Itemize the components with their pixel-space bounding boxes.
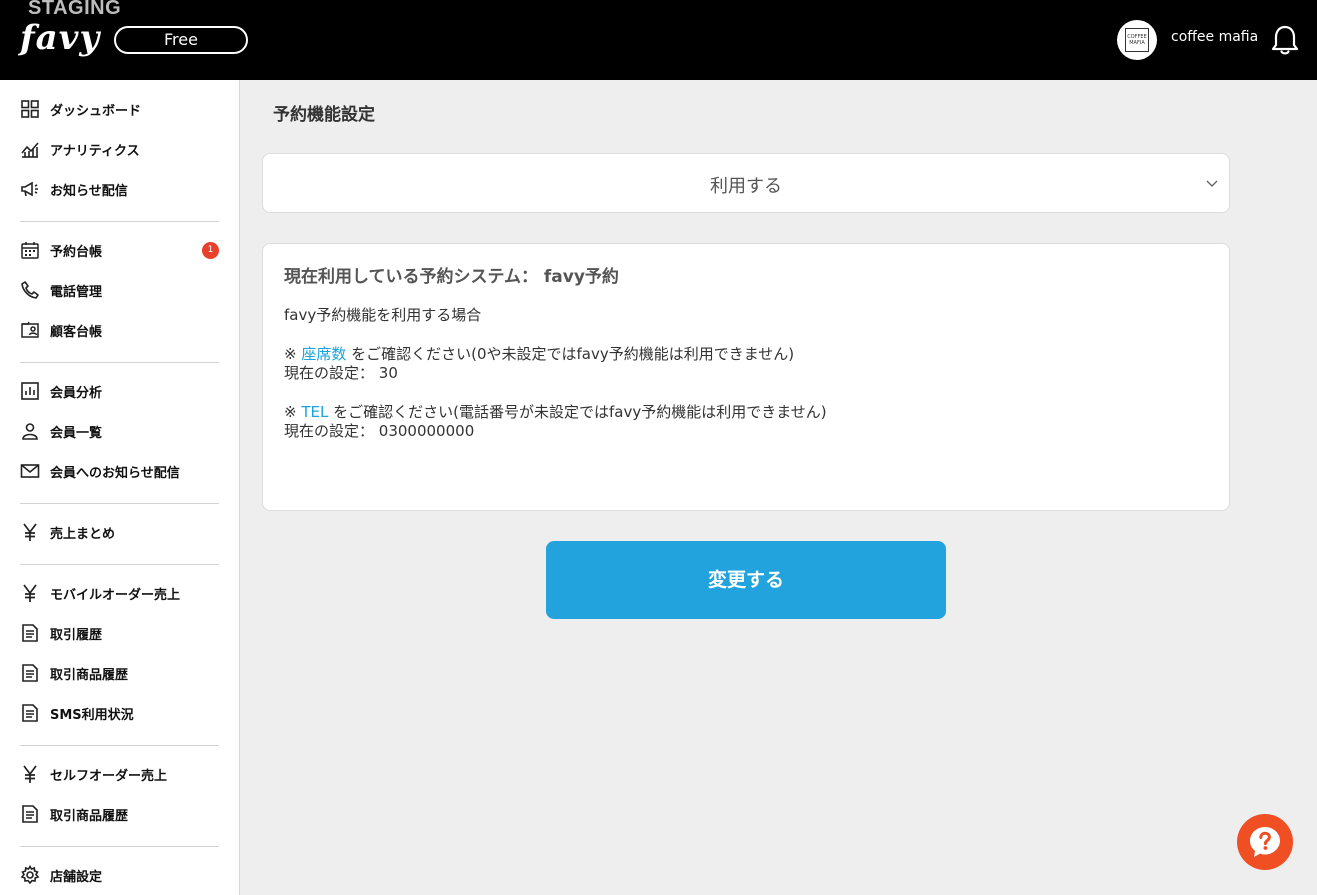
yen-icon (20, 764, 40, 784)
mail-icon (20, 461, 40, 481)
contact-card-icon (20, 320, 40, 340)
phone-icon (20, 280, 40, 300)
tel-prefix: ※ (284, 403, 302, 421)
seats-current-label: 現在の設定： (284, 364, 375, 382)
sidebar-item-0-2[interactable]: お知らせ配信 (20, 177, 220, 201)
bell-icon[interactable] (1270, 24, 1300, 56)
tel-current-value: 0300000000 (378, 422, 475, 440)
sidebar-item-2-1[interactable]: 会員一覧 (20, 419, 220, 443)
sidebar-item-1-1[interactable]: 電話管理 (20, 278, 220, 302)
sidebar-item-label: お知らせ配信 (50, 183, 128, 199)
person-icon (20, 421, 40, 441)
sidebar-item-5-1[interactable]: 取引商品履歴 (20, 802, 220, 826)
chevron-down-icon (1206, 180, 1218, 187)
plan-badge: Free (114, 26, 248, 54)
dashboard-icon (20, 99, 40, 119)
sidebar-item-1-2[interactable]: 顧客台帳 (20, 318, 220, 342)
document-icon (20, 703, 40, 723)
help-button[interactable] (1237, 814, 1293, 870)
document-icon (20, 663, 40, 683)
megaphone-icon (20, 179, 40, 199)
sidebar-item-label: アナリティクス (50, 143, 140, 159)
sidebar-item-3-0[interactable]: 売上まとめ (20, 520, 220, 544)
sidebar-item-1-0[interactable]: 予約台帳 1 (20, 238, 220, 262)
page-title: 予約機能設定 (273, 105, 375, 125)
sidebar-item-label: 予約台帳 (50, 244, 103, 260)
gear-icon (20, 865, 40, 885)
bar-chart-icon (20, 381, 40, 401)
sidebar-divider (20, 221, 219, 222)
sidebar-item-label: 顧客台帳 (50, 324, 103, 340)
sidebar-item-label: セルフオーダー売上 (50, 768, 168, 784)
select-value: 利用する (710, 176, 782, 197)
shop-logo: COFFEE MAFIA (1125, 28, 1149, 52)
sidebar-item-label: 売上まとめ (50, 526, 116, 542)
sidebar-item-label: 会員一覧 (50, 425, 103, 441)
intro-text: favy予約機能を利用する場合 (284, 306, 482, 324)
sidebar-item-0-1[interactable]: アナリティクス (20, 137, 220, 161)
sidebar-item-4-0[interactable]: モバイルオーダー売上 (20, 581, 220, 605)
document-icon (20, 623, 40, 643)
analytics-icon (20, 139, 40, 159)
sidebar-item-label: 店舗設定 (50, 869, 103, 885)
sidebar-item-6-0[interactable]: 店舗設定 (20, 863, 220, 887)
sidebar-item-label: 電話管理 (50, 284, 103, 300)
sidebar-item-label: 会員へのお知らせ配信 (50, 465, 180, 481)
sidebar-item-4-2[interactable]: 取引商品履歴 (20, 661, 220, 685)
sidebar-item-5-0[interactable]: セルフオーダー売上 (20, 762, 220, 786)
seats-suffix: をご確認ください(0や未設定ではfavy予約機能は利用できません) (346, 345, 795, 363)
sidebar-divider (20, 846, 219, 847)
help-question-icon (1250, 827, 1280, 857)
seats-notice: ※ 座席数 をご確認ください(0や未設定ではfavy予約機能は利用できません) (284, 343, 794, 364)
sidebar-item-2-0[interactable]: 会員分析 (20, 379, 220, 403)
sidebar-divider (20, 362, 219, 363)
shop-name[interactable]: coffee mafia (1171, 29, 1258, 45)
sidebar-item-4-1[interactable]: 取引履歴 (20, 621, 220, 645)
yen-icon (20, 583, 40, 603)
yen-icon (20, 522, 40, 542)
sidebar-item-label: 取引商品履歴 (50, 808, 129, 824)
seats-current-value: 30 (378, 364, 398, 382)
favy-logo[interactable]: favy (20, 18, 100, 58)
sidebar-divider (20, 503, 219, 504)
sidebar: ダッシュボード アナリティクス お知らせ配信 予約台帳 1 電話管理顧客台帳会員分析会員一… (0, 80, 240, 895)
calendar-icon (20, 240, 40, 260)
environment-label: STAGING (28, 0, 122, 19)
sidebar-item-4-3[interactable]: SMS利用状況 (20, 701, 220, 725)
current-system-title: 現在利用している予約システム： favy予約 (284, 267, 619, 287)
top-header: STAGING favy Free COFFEE MAFIA coffee ma… (0, 0, 1317, 80)
tel-current-setting: 現在の設定： 0300000000 (284, 420, 474, 441)
sidebar-divider (20, 745, 219, 746)
document-icon (20, 804, 40, 824)
tel-suffix: をご確認ください(電話番号が未設定ではfavy予約機能は利用できません) (328, 403, 827, 421)
sidebar-item-label: 会員分析 (50, 385, 103, 401)
seats-prefix: ※ (284, 345, 302, 363)
seats-link[interactable]: 座席数 (301, 345, 346, 363)
sidebar-item-label: ダッシュボード (50, 103, 142, 119)
sidebar-item-label: 取引商品履歴 (50, 667, 129, 683)
notification-badge: 1 (202, 242, 219, 259)
sidebar-item-0-0[interactable]: ダッシュボード (20, 97, 220, 121)
tel-link[interactable]: TEL (301, 403, 328, 421)
reservation-info-card: 現在利用している予約システム： favy予約 favy予約機能を利用する場合 ※… (262, 243, 1230, 511)
sidebar-divider (20, 564, 219, 565)
submit-change-button[interactable]: 変更する (546, 541, 946, 619)
sidebar-item-label: 取引履歴 (50, 627, 103, 643)
sidebar-item-label: SMS利用状況 (50, 707, 134, 723)
seats-current-setting: 現在の設定： 30 (284, 362, 398, 383)
tel-current-label: 現在の設定： (284, 422, 375, 440)
reservation-feature-select[interactable]: 利用する (262, 153, 1230, 213)
sidebar-item-label: モバイルオーダー売上 (50, 587, 181, 603)
tel-notice: ※ TEL をご確認ください(電話番号が未設定ではfavy予約機能は利用できませ… (284, 401, 827, 422)
sidebar-item-2-2[interactable]: 会員へのお知らせ配信 (20, 459, 220, 483)
avatar[interactable]: COFFEE MAFIA (1117, 20, 1157, 60)
